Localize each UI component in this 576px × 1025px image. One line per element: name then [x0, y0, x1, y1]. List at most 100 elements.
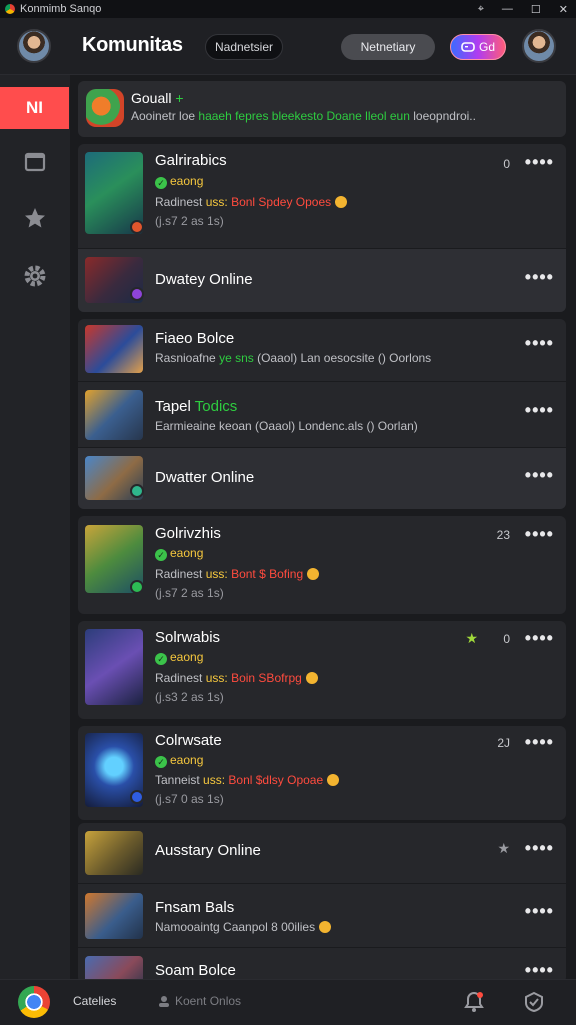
- more-button[interactable]: ••••: [525, 333, 554, 354]
- item-badge: [130, 580, 144, 594]
- item-count: 23: [496, 528, 510, 542]
- emoji-icon: [305, 672, 318, 684]
- sidebar-item-window[interactable]: [0, 141, 70, 183]
- item-title: Solrwabis: [155, 629, 221, 646]
- item-title: Colrwsate: [155, 732, 222, 749]
- featured-card[interactable]: Gouall + Aooinetr loe haaeh fepres bleek…: [78, 81, 566, 137]
- more-button[interactable]: ••••: [525, 524, 554, 545]
- item-detail: Radinest uss: Bonl Spdey Opoes: [155, 195, 348, 209]
- list-group: Ausstary Online ★ •••• Fnsam Bals Namooa…: [78, 823, 566, 979]
- item-status: ✓ eaong: [155, 174, 203, 189]
- star-icon: [25, 208, 45, 228]
- list-item[interactable]: Solrwabis ✓ eaong Radinest uss: Boin SBof…: [78, 621, 566, 719]
- item-title: Fnsam Bals: [155, 899, 235, 916]
- item-count: 0: [503, 157, 510, 171]
- window-controls: ⌖ — ☐ ✕: [478, 0, 568, 18]
- emoji-icon: [307, 568, 320, 580]
- item-title: Ausstary Online: [155, 842, 261, 859]
- sidebar-item-favorites[interactable]: [0, 197, 70, 239]
- item-thumbnail: [85, 831, 143, 875]
- close-button[interactable]: ✕: [559, 3, 568, 16]
- item-detail: Radinest uss: Boin SBofrpg: [155, 671, 318, 685]
- more-button[interactable]: ••••: [525, 960, 554, 979]
- star-icon[interactable]: ★: [465, 630, 478, 647]
- featured-desc-highlight: haaeh fepres bleekesto Doane lleol eun: [198, 109, 410, 123]
- list-item[interactable]: Tapel Todics Earmieaine keoan (Oaaol) Lo…: [78, 381, 566, 448]
- emoji-icon: [319, 921, 332, 933]
- app-icon: [5, 4, 15, 14]
- list-item[interactable]: Golrivzhis ✓ eaong Radinest uss: Bont $ B…: [78, 516, 566, 614]
- item-title: Dwatter Online: [155, 469, 255, 486]
- app-header: Komunitas Nadnetsier Netnetiary Gd: [0, 18, 576, 75]
- more-button[interactable]: ••••: [525, 901, 554, 922]
- notification-button[interactable]: [464, 991, 484, 1018]
- user-avatar[interactable]: [17, 29, 51, 63]
- shield-button[interactable]: [523, 991, 545, 1018]
- users-icon: [159, 996, 169, 1007]
- list-item[interactable]: Fnsam Bals Namooaintg Caanpol 8 00ilies …: [78, 883, 566, 948]
- more-button[interactable]: ••••: [525, 732, 554, 753]
- list-item[interactable]: Colrwsate ✓ eaong Tanneist uss: Bonl $dls…: [78, 726, 566, 820]
- item-meta: (j.s7 0 as 1s): [155, 792, 224, 806]
- gamepad-icon: [461, 42, 475, 52]
- item-status: ✓ eaong: [155, 546, 203, 561]
- bell-icon: [464, 991, 484, 1012]
- go-label: Gd: [478, 40, 495, 54]
- bottom-center[interactable]: Koent Onlos: [158, 994, 241, 1008]
- maximize-button[interactable]: ☐: [531, 3, 541, 16]
- featured-desc: Aooinetr loe haaeh fepres bleekesto Doan…: [131, 109, 476, 123]
- item-title: Galrirabics: [155, 152, 227, 169]
- bottom-bar: Catelies Koent Onlos: [0, 979, 576, 1025]
- item-count: 2J: [497, 736, 510, 750]
- sidebar-item-label: NI: [26, 98, 43, 117]
- profile-avatar[interactable]: [522, 29, 556, 63]
- emoji-icon: [335, 196, 348, 208]
- more-button[interactable]: ••••: [525, 838, 554, 859]
- more-button[interactable]: ••••: [525, 628, 554, 649]
- item-meta: (j.s7 2 as 1s): [155, 586, 224, 600]
- item-thumbnail: [85, 390, 143, 440]
- bottom-center-label: Koent Onlos: [175, 994, 242, 1008]
- item-detail: Earmieaine keoan (Oaaol) Londenc.als () …: [155, 419, 418, 433]
- go-button[interactable]: Gd: [450, 34, 506, 60]
- item-badge: [130, 287, 144, 301]
- sidebar: NI: [0, 75, 70, 979]
- item-status: ✓ eaong: [155, 753, 203, 768]
- more-button[interactable]: ••••: [525, 400, 554, 421]
- featured-title: Gouall +: [131, 90, 184, 106]
- item-title: Golrivzhis: [155, 525, 221, 542]
- bottom-left-label[interactable]: Catelies: [73, 994, 116, 1008]
- item-thumbnail: [85, 325, 143, 373]
- list-item[interactable]: Soam Bolce ••••: [78, 947, 566, 979]
- item-badge: [130, 484, 144, 498]
- star-icon[interactable]: ★: [497, 840, 510, 857]
- item-title: Dwatey Online: [155, 271, 253, 288]
- item-thumbnail: [85, 629, 143, 705]
- community-list: Gouall + Aooinetr loe haaeh fepres bleek…: [70, 75, 576, 979]
- list-group: Fiaeo Bolce Rasnioafne ye sns (Oaaol) La…: [78, 319, 566, 509]
- list-item[interactable]: Fiaeo Bolce Rasnioafne ye sns (Oaaol) La…: [78, 319, 566, 381]
- browser-icon[interactable]: [18, 986, 50, 1018]
- item-badge: [130, 790, 144, 804]
- list-item[interactable]: Galrirabics ✓ eaong Radinest uss: Bonl Sp…: [78, 144, 566, 248]
- item-meta: (j.s7 2 as 1s): [155, 214, 224, 228]
- item-badge: [130, 220, 144, 234]
- search-pill[interactable]: Nadnetsier: [205, 34, 283, 60]
- item-status: ✓ eaong: [155, 650, 203, 665]
- list-item[interactable]: Ausstary Online ★ ••••: [78, 823, 566, 883]
- more-button[interactable]: ••••: [525, 152, 554, 173]
- more-button[interactable]: ••••: [525, 267, 554, 288]
- item-title: Soam Bolce: [155, 962, 236, 979]
- more-button[interactable]: ••••: [525, 465, 554, 486]
- item-meta: (j.s3 2 as 1s): [155, 690, 224, 704]
- filter-pill[interactable]: Netnetiary: [341, 34, 435, 60]
- window-titlebar: Konmimb Sanqo ⌖ — ☐ ✕: [0, 0, 576, 18]
- emoji-icon: [327, 774, 340, 786]
- gear-icon: [24, 265, 46, 287]
- sidebar-item-home[interactable]: NI: [0, 87, 69, 129]
- sidebar-item-settings[interactable]: [0, 255, 70, 297]
- pin-icon[interactable]: ⌖: [478, 3, 484, 16]
- list-item[interactable]: Dwatey Online ••••: [78, 248, 566, 312]
- list-item[interactable]: Dwatter Online ••••: [78, 447, 566, 509]
- minimize-button[interactable]: —: [502, 3, 513, 15]
